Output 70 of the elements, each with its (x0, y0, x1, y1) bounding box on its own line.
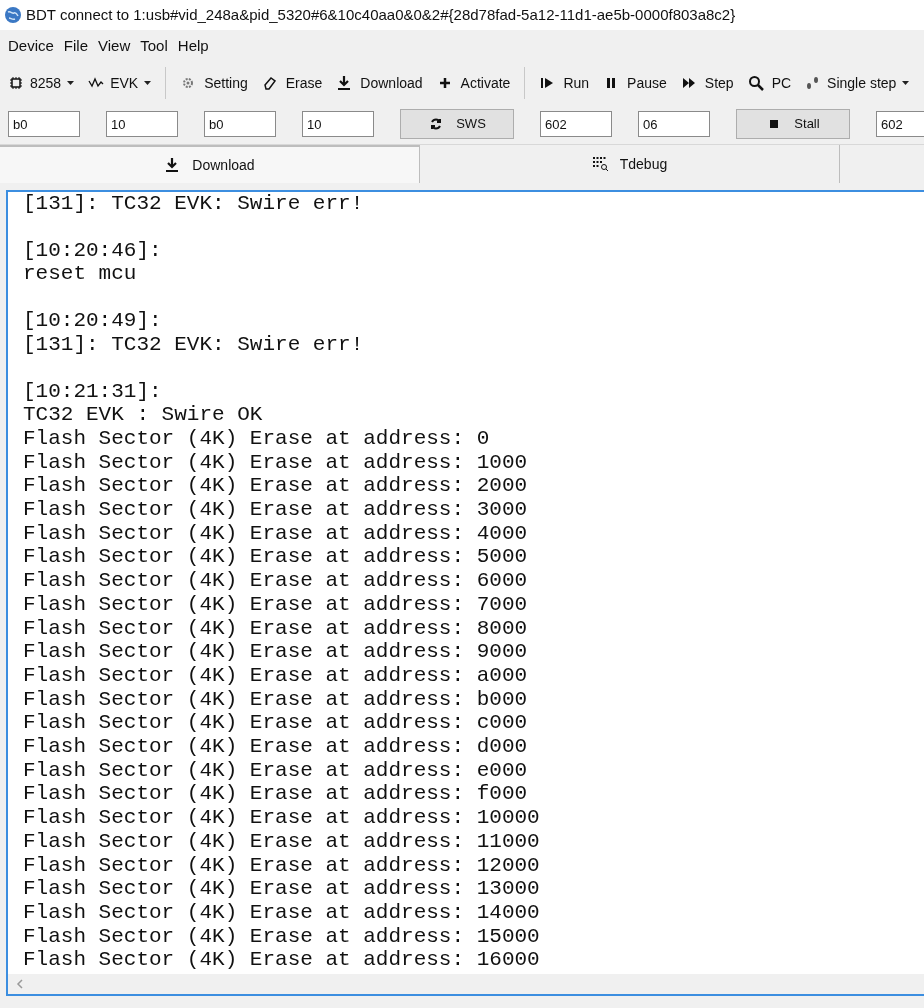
tab[interactable]: Download (0, 145, 420, 183)
log-line: Flash Sector (4K) Erase at address: 6000 (23, 569, 528, 593)
log-line: Flash Sector (4K) Erase at address: 1000 (23, 450, 528, 475)
toolbar-button[interactable]: Step (680, 72, 734, 94)
log-line: [10:20:46]: (23, 238, 162, 263)
toolbar-button[interactable]: Stall (736, 109, 850, 139)
log-line: Flash Sector (4K) Erase at address: 15000 (23, 924, 540, 949)
input-field[interactable]: 10 (302, 111, 374, 137)
toolbar-dropdown[interactable]: Single step (805, 72, 910, 94)
binary-icon (591, 156, 608, 172)
log-line: Flash Sector (4K) Erase at address: b000 (23, 687, 528, 712)
log-line: Flash Sector (4K) Erase at address: 16000 (23, 948, 540, 973)
input-field[interactable]: 602 (876, 111, 924, 137)
log-line: [131]: TC32 EVK: Swire err! (23, 192, 364, 216)
toolbar-button[interactable]: Setting (180, 72, 248, 94)
log-line: Flash Sector (4K) Erase at address: f000 (23, 782, 528, 807)
log-line: Flash Sector (4K) Erase at address: 0 (23, 426, 490, 451)
step-icon (680, 75, 697, 91)
log-line: [131]: TC32 EVK: Swire err! (23, 332, 364, 357)
log-line: Flash Sector (4K) Erase at address: 10000 (23, 806, 540, 830)
log-line: Flash Sector (4K) Erase at address: 11000 (23, 829, 540, 854)
log-line: Flash Sector (4K) Erase at address: 4000 (23, 521, 528, 546)
input-field[interactable]: b0 (8, 111, 80, 137)
menu-item[interactable]: Help (177, 34, 209, 58)
menu-item[interactable]: Device (8, 34, 54, 58)
toolbar-button[interactable]: PC (747, 72, 792, 94)
toolbar-button[interactable]: Activate (436, 72, 511, 94)
log-line: Flash Sector (4K) Erase at address: 8000 (23, 616, 528, 641)
input-field[interactable]: 06 (638, 111, 710, 137)
horizontal-scrollbar[interactable] (8, 974, 924, 994)
toolbar-button[interactable]: SWS (400, 109, 514, 139)
scroll-left-icon (16, 979, 24, 989)
caret-icon (67, 81, 75, 85)
search-icon (747, 75, 764, 91)
log-line: Flash Sector (4K) Erase at address: c000 (23, 711, 528, 736)
menu-item[interactable]: File (63, 34, 89, 58)
log-line: Flash Sector (4K) Erase at address: 7000 (23, 592, 528, 617)
input-field[interactable]: b0 (204, 111, 276, 137)
input-field[interactable]: 10 (106, 111, 178, 137)
toolbar-button[interactable]: Pause (603, 72, 667, 94)
toolbar-dropdown[interactable]: EVK (88, 72, 152, 94)
log-line: TC32 EVK : Swire OK (23, 403, 263, 427)
log-line: Flash Sector (4K) Erase at address: 9000 (23, 640, 528, 664)
log-line: reset mcu (23, 262, 137, 287)
log-line: Flash Sector (4K) Erase at address: 2000 (23, 474, 528, 499)
toolbar-button[interactable]: Erase (261, 72, 323, 94)
menu-item[interactable]: View (98, 34, 131, 58)
menu-item[interactable]: Tool (140, 34, 168, 58)
chip-icon (8, 75, 24, 91)
caret-icon (902, 81, 910, 85)
log-line: Flash Sector (4K) Erase at address: 3000 (23, 498, 528, 522)
log-line: [10:21:31]: (23, 379, 162, 404)
log-line: Flash Sector (4K) Erase at address: 14000 (23, 901, 540, 925)
caret-icon (144, 81, 152, 85)
toolbar-dropdown[interactable]: 8258 (8, 72, 75, 94)
log-line: Flash Sector (4K) Erase at address: e000 (23, 758, 528, 783)
log-line: Flash Sector (4K) Erase at address: a000 (23, 663, 528, 688)
log-line: [10:20:49]: (23, 309, 162, 333)
input-field[interactable]: 602 (540, 111, 612, 137)
download-icon (336, 75, 353, 91)
eraser-icon (261, 75, 278, 91)
window-title: BDT connect to 1:usb#vid_248a&pid_5320#6&10c40aa0&0&2#{28d78fad-5a12-11d1-ae5b-0000f803a8c2} (26, 4, 736, 25)
log-line: Flash Sector (4K) Erase at address: 5000 (23, 545, 528, 570)
toolbar-button[interactable]: Run (539, 72, 590, 94)
globe-icon (4, 6, 22, 24)
log-line: Flash Sector (4K) Erase at address: 13000 (23, 877, 540, 901)
log-line: Flash Sector (4K) Erase at address: 12000 (23, 853, 540, 878)
download-icon (164, 157, 181, 173)
log-line: Flash Sector (4K) Erase at address: d000 (23, 735, 528, 759)
toolbar-button[interactable]: Download (336, 72, 423, 94)
